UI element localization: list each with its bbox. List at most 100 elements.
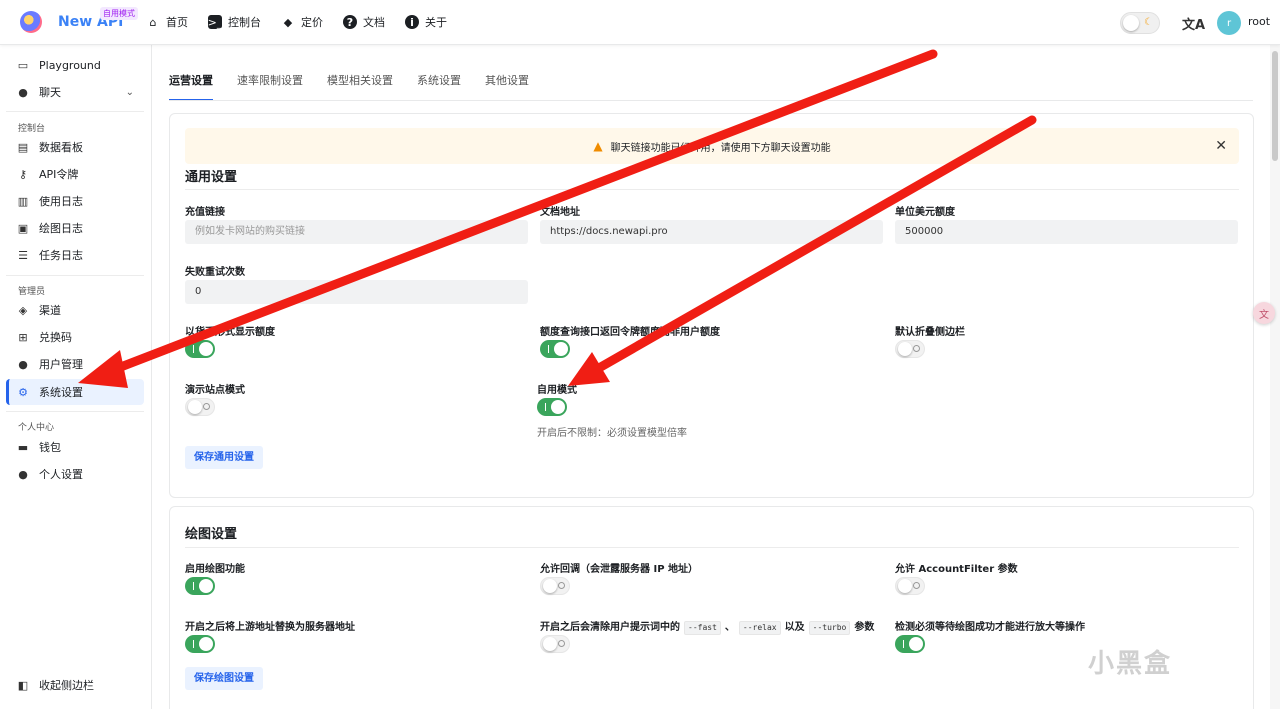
nav-console-label: 控制台	[228, 16, 261, 29]
token-quota-switch[interactable]	[540, 340, 570, 358]
sidebar-item-playground[interactable]: ▭ Playground	[6, 52, 144, 78]
theme-toggle[interactable]: ☾	[1120, 12, 1160, 34]
chevron-down-icon[interactable]: ⌄	[126, 87, 134, 98]
enable-drawing-switch[interactable]	[185, 577, 215, 595]
quota-per-dollar-label: 单位美元额度	[895, 207, 955, 218]
sidebar-divider	[6, 275, 144, 276]
allow-callback-label: 允许回调（会泄露服务器 IP 地址）	[540, 564, 699, 575]
sidebar-section-console: 控制台	[18, 124, 46, 134]
close-icon[interactable]: ✕	[1215, 138, 1227, 154]
collapse-sidebar-button[interactable]: ◧ 收起侧边栏	[6, 672, 144, 698]
param-fast: --fast	[684, 621, 721, 635]
docs-url-label: 文档地址	[540, 207, 580, 218]
sidebar-item-api-tokens[interactable]: ⚷ API令牌	[6, 161, 144, 187]
retry-times-input[interactable]: 0	[185, 280, 528, 304]
sidebar-item-user-management[interactable]: ● 用户管理	[6, 351, 144, 377]
clear-params-suffix: 参数	[854, 622, 875, 633]
sidebar-section-admin: 管理员	[18, 287, 46, 297]
nav-pricing-label: 定价	[301, 16, 323, 29]
sidebar-item-label: 任务日志	[39, 249, 83, 262]
nav-about[interactable]: i 关于	[405, 14, 447, 30]
username[interactable]: root	[1248, 15, 1270, 28]
user-icon: ●	[18, 357, 28, 371]
tag-icon: ◆	[283, 15, 293, 29]
scrollbar-thumb[interactable]	[1272, 51, 1278, 161]
moon-icon: ☾	[1144, 17, 1153, 28]
collapse-sidebar-default-switch[interactable]	[895, 340, 925, 358]
translate-icon[interactable]: 文A	[1182, 14, 1205, 33]
sidebar-item-wallet[interactable]: ▬ 钱包	[6, 434, 144, 460]
mode-badge: 自用模式	[100, 7, 138, 20]
image-icon: ▣	[17, 221, 29, 235]
docs-url-input[interactable]: https://docs.newapi.pro	[540, 220, 883, 244]
sidebar-item-label: API令牌	[39, 168, 79, 181]
sidebar-item-drawing-logs[interactable]: ▣ 绘图日志	[6, 215, 144, 241]
top-header: New API 自用模式 ⌂ 首页 >_ 控制台 ◆ 定价 ? 文档 i 关于 …	[0, 0, 1280, 45]
separator: 、	[724, 622, 735, 633]
nav-home[interactable]: ⌂ 首页	[146, 14, 189, 30]
nav-home-label: 首页	[166, 16, 188, 29]
sidebar-item-system-settings[interactable]: ⚙ 系统设置	[6, 379, 144, 405]
nav-pricing[interactable]: ◆ 定价	[281, 14, 323, 30]
token-quota-label: 额度查询接口返回令牌额度而非用户额度	[540, 327, 720, 338]
sidebar-item-label: 渠道	[39, 304, 61, 317]
sidebar-item-usage-logs[interactable]: ▥ 使用日志	[6, 188, 144, 214]
display-currency-switch[interactable]	[185, 340, 215, 358]
save-general-settings-button[interactable]: 保存通用设置	[185, 446, 263, 469]
clear-params-prefix: 开启之后会清除用户提示词中的	[540, 622, 680, 633]
key-icon: ⚷	[18, 167, 28, 181]
sidebar-item-redeem-codes[interactable]: ⊞ 兑换码	[6, 324, 144, 350]
quota-per-dollar-input[interactable]: 500000	[895, 220, 1238, 244]
sidebar-section-personal: 个人中心	[18, 423, 55, 433]
collapse-sidebar-default-label: 默认折叠侧边栏	[895, 327, 965, 338]
sidebar-item-personal-settings[interactable]: ● 个人设置	[6, 461, 144, 487]
wait-success-label: 检测必须等待绘图成功才能进行放大等操作	[895, 622, 1085, 633]
warning-icon: ▲	[593, 139, 603, 153]
logo-icon[interactable]	[20, 11, 42, 33]
sidebar-item-channels[interactable]: ◈ 渠道	[6, 297, 144, 323]
tab-model-settings[interactable]: 模型相关设置	[327, 72, 393, 101]
bar-chart-icon: ▥	[17, 194, 29, 208]
retry-times-label: 失败重试次数	[185, 267, 245, 278]
separator: 以及	[784, 622, 805, 633]
wait-success-switch[interactable]	[895, 635, 925, 653]
sidebar-item-label: 使用日志	[39, 195, 83, 208]
avatar[interactable]: r	[1217, 11, 1241, 35]
home-icon: ⌂	[149, 15, 157, 29]
section-divider	[185, 547, 1239, 548]
playground-icon: ▭	[17, 58, 29, 72]
self-use-mode-switch[interactable]	[537, 398, 567, 416]
general-settings-card: ▲ 聊天链接功能已经弃用，请使用下方聊天设置功能 ✕ 通用设置 充值链接 例如发…	[169, 113, 1254, 498]
deprecation-banner: ▲ 聊天链接功能已经弃用，请使用下方聊天设置功能 ✕	[185, 128, 1239, 164]
tab-rate-limit-settings[interactable]: 速率限制设置	[237, 72, 303, 101]
sidebar-item-label: 钱包	[39, 441, 61, 454]
top-nav: ⌂ 首页 >_ 控制台 ◆ 定价 ? 文档 i 关于	[146, 14, 467, 30]
display-currency-label: 以货币形式显示额度	[185, 327, 275, 338]
sidebar-item-label: 用户管理	[39, 358, 83, 371]
page-scrollbar[interactable]	[1270, 45, 1280, 709]
general-settings-title: 通用设置	[185, 170, 238, 185]
terminal-icon: >_	[207, 15, 223, 29]
account-filter-switch[interactable]	[895, 577, 925, 595]
sidebar-item-label: 系统设置	[39, 386, 83, 399]
self-use-mode-help: 开启后不限制：必须设置模型倍率	[537, 428, 687, 439]
translate-float-icon[interactable]: 文	[1253, 302, 1275, 324]
save-drawing-settings-button[interactable]: 保存绘图设置	[185, 667, 263, 690]
wallet-icon: ▬	[17, 440, 29, 454]
account-filter-label: 允许 AccountFilter 参数	[895, 564, 1018, 575]
tab-other-settings[interactable]: 其他设置	[485, 72, 529, 101]
recharge-link-input[interactable]: 例如发卡网站的购买链接	[185, 220, 528, 244]
clear-params-switch[interactable]	[540, 635, 570, 653]
sidebar-item-chat[interactable]: ● 聊天 ⌄	[6, 79, 144, 105]
sidebar-item-task-logs[interactable]: ☰ 任务日志	[6, 242, 144, 268]
nav-console[interactable]: >_ 控制台	[208, 14, 261, 30]
allow-callback-switch[interactable]	[540, 577, 570, 595]
replace-upstream-switch[interactable]	[185, 635, 215, 653]
tab-system-settings[interactable]: 系统设置	[417, 72, 461, 101]
theme-toggle-knob	[1123, 15, 1139, 31]
demo-mode-switch[interactable]	[185, 398, 215, 416]
tab-operation-settings[interactable]: 运营设置	[169, 72, 213, 101]
nav-docs[interactable]: ? 文档	[343, 14, 385, 30]
sidebar-item-dashboard[interactable]: ▤ 数据看板	[6, 134, 144, 160]
sidebar: ▭ Playground ● 聊天 ⌄ 控制台 ▤ 数据看板 ⚷ API令牌 ▥…	[0, 45, 152, 709]
